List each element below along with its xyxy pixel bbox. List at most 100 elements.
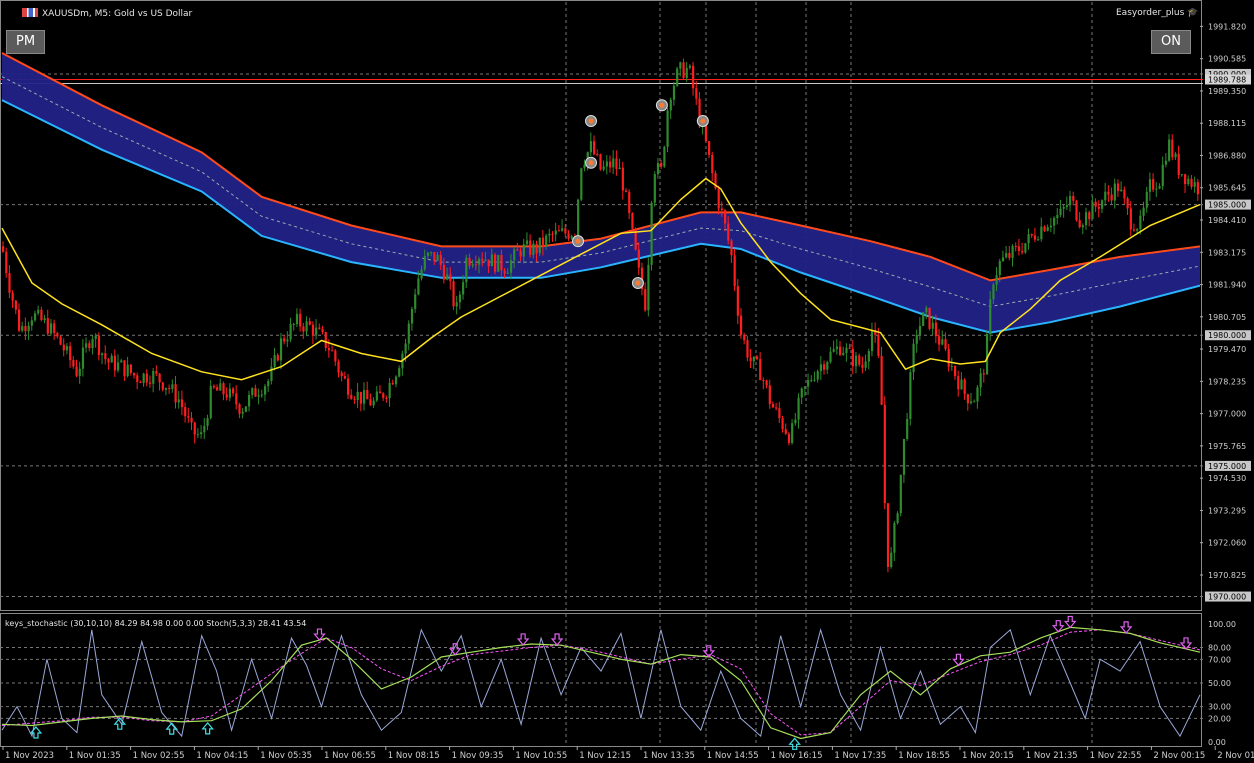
- candle-body: [327, 348, 331, 351]
- candle-body: [1084, 212, 1088, 226]
- candle-body: [548, 233, 551, 236]
- time-tick-label: 1 Nov 16:15: [771, 751, 823, 761]
- candle-body: [628, 191, 631, 214]
- candle-body: [366, 390, 369, 400]
- time-tick-label: 1 Nov 21:35: [1026, 751, 1078, 761]
- candle-body: [864, 361, 867, 368]
- candle-body: [663, 146, 666, 167]
- candle-body: [152, 371, 155, 384]
- candle-body: [749, 357, 752, 362]
- candle-body: [225, 394, 228, 398]
- time-tick-label: 2 Nov 01:35: [1217, 751, 1254, 761]
- candle-body: [934, 322, 938, 337]
- time-tick-label: 2 Nov 00:15: [1153, 751, 1205, 761]
- candle-body: [848, 347, 851, 349]
- candle-body: [164, 387, 168, 390]
- candle-body: [861, 364, 864, 368]
- price-tag-label: 1985.000: [1208, 201, 1246, 210]
- candle-body: [781, 418, 784, 430]
- candle-body: [1043, 226, 1046, 231]
- price-tick-label: 1973.295: [1208, 506, 1246, 515]
- candle-body: [784, 429, 787, 434]
- price-tick-label: 1972.060: [1208, 539, 1246, 548]
- candle-body: [858, 355, 861, 365]
- candle-body: [890, 552, 893, 567]
- candle-body: [62, 344, 65, 351]
- candle-body: [922, 312, 925, 326]
- candle-body: [452, 281, 455, 307]
- candle-body: [778, 408, 781, 419]
- price-tick-label: 1984.410: [1208, 216, 1246, 225]
- candle-body: [1177, 153, 1180, 176]
- candle-body: [583, 164, 586, 169]
- candle-body: [906, 418, 909, 439]
- candle-body: [1107, 191, 1110, 195]
- candle-body: [765, 380, 768, 386]
- candle-body: [915, 334, 918, 344]
- candle-body: [759, 359, 762, 381]
- candle-body: [708, 141, 711, 155]
- candle-body: [1184, 174, 1187, 185]
- candle-body: [30, 320, 33, 326]
- candle-body: [232, 388, 235, 394]
- candle-body: [40, 309, 43, 321]
- candle-body: [985, 334, 989, 375]
- candle-body: [1072, 196, 1075, 201]
- candle-body: [120, 360, 123, 363]
- candle-body: [1142, 207, 1145, 216]
- candle-body: [97, 335, 101, 356]
- candle-body: [938, 336, 941, 345]
- candle-body: [842, 352, 845, 355]
- candle-body: [1136, 229, 1139, 231]
- price-tick-label: 1990.585: [1208, 55, 1246, 64]
- candle-body: [835, 346, 839, 350]
- candle-body: [564, 228, 567, 234]
- candle-body: [541, 237, 545, 247]
- candle-body: [1081, 225, 1084, 228]
- candle-body: [238, 404, 241, 414]
- candle-body: [612, 158, 615, 168]
- candle-body: [928, 307, 931, 329]
- candle-body: [436, 254, 439, 261]
- candle-body: [414, 294, 417, 309]
- candle-body: [736, 286, 739, 316]
- candle-body: [56, 332, 59, 337]
- candle-body: [599, 154, 602, 170]
- chart-area[interactable]: 1991.820 1990.585 1989.350 1988.115 1986.880…: [0, 0, 1254, 763]
- candle-body: [446, 274, 449, 280]
- candle-body: [851, 348, 854, 367]
- candle-body: [676, 68, 679, 86]
- on-button[interactable]: ON: [1151, 30, 1191, 54]
- candle-body: [222, 383, 225, 395]
- candle-body: [388, 382, 391, 399]
- candle-body: [85, 343, 88, 348]
- pm-button[interactable]: PM: [6, 30, 46, 54]
- candle-body: [423, 255, 426, 270]
- candle-body: [497, 254, 500, 272]
- candle-body: [324, 332, 327, 349]
- candle-body: [462, 282, 465, 295]
- candle-body: [1030, 234, 1033, 236]
- candle-body: [318, 327, 321, 329]
- candle-body: [605, 161, 608, 167]
- candle-body: [650, 202, 653, 265]
- candle-body: [1069, 196, 1072, 206]
- candle-body: [615, 158, 618, 170]
- candle-body: [14, 300, 17, 310]
- candle-body: [561, 228, 564, 231]
- candle-body: [739, 315, 743, 335]
- candle-body: [235, 393, 238, 405]
- candle-body: [826, 361, 829, 370]
- price-tick-label: 1981.940: [1208, 281, 1246, 290]
- candle-body: [554, 230, 557, 235]
- time-tick-label: 1 Nov 14:55: [707, 751, 759, 761]
- candle-body: [1040, 226, 1043, 240]
- candle-body: [1104, 191, 1107, 201]
- candle-body: [487, 259, 490, 267]
- candle-body: [506, 272, 509, 274]
- candle-body: [647, 264, 650, 311]
- candle-body: [743, 334, 746, 341]
- trade-marker-dot: [588, 160, 594, 166]
- candle-body: [1174, 153, 1177, 158]
- candle-body: [893, 523, 896, 553]
